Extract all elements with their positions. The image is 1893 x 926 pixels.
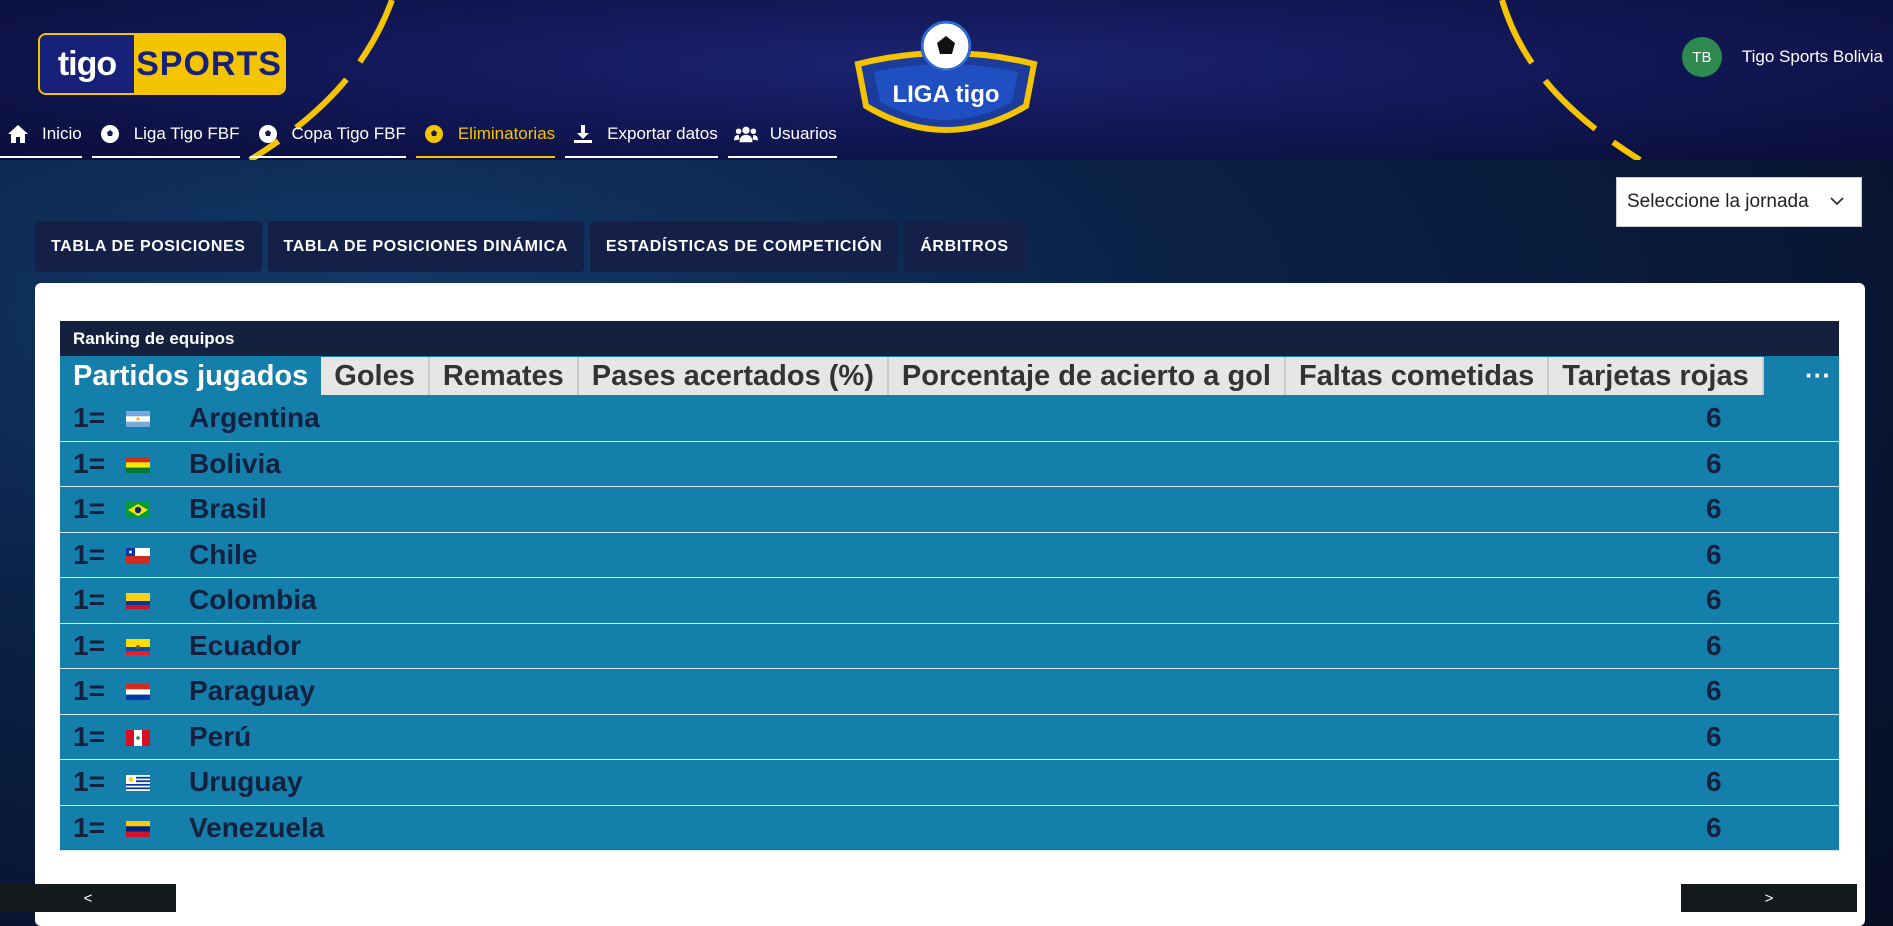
stat-tab-partidos-jugados[interactable]: Partidos jugados — [60, 357, 322, 395]
rank-cell: 1= — [73, 447, 105, 479]
home-icon — [6, 123, 30, 145]
table-row[interactable]: 1= Venezuela 6 — [60, 805, 1839, 851]
main-nav: Inicio Liga Tigo FBF Copa Tigo FBF Elimi… — [0, 112, 847, 160]
nav-item-eliminatorias[interactable]: Eliminatorias — [415, 112, 556, 158]
nav-item-inicio[interactable]: Inicio — [0, 112, 82, 158]
flag-venezuela-icon — [126, 820, 150, 837]
tab-estadisticas-de-competicion[interactable]: ESTADÍSTICAS DE COMPETICIÓN — [589, 221, 899, 272]
nav-label: Exportar datos — [607, 124, 718, 143]
table-row[interactable]: 1= Uruguay 6 — [60, 760, 1839, 806]
user-menu[interactable]: TB Tigo Sports Bolivia — [1681, 37, 1883, 77]
stat-column-tabs: Partidos jugados Goles Remates Pases ace… — [60, 356, 1839, 396]
stat-tab-pases-acertados[interactable]: Pases acertados (%) — [578, 357, 889, 395]
user-name: Tigo Sports Bolivia — [1741, 47, 1883, 66]
table-row[interactable]: 1= Bolivia 6 — [60, 441, 1839, 487]
rank-cell: 1= — [73, 493, 105, 525]
avatar: TB — [1681, 37, 1722, 77]
logo-tigo-text: tigo — [40, 35, 134, 93]
soccer-ball-icon — [98, 123, 122, 145]
stat-value: 6 — [1706, 811, 1722, 843]
soccer-ball-icon — [422, 123, 446, 145]
chevron-down-icon — [1830, 197, 1844, 206]
table-row[interactable]: 1= Ecuador 6 — [60, 623, 1839, 669]
nav-item-liga-tigo-fbf[interactable]: Liga Tigo FBF — [91, 112, 240, 158]
table-row[interactable]: 1= Brasil 6 — [60, 487, 1839, 533]
rank-cell: 1= — [73, 675, 105, 707]
jornada-select[interactable]: Seleccione la jornada — [1616, 177, 1862, 227]
flag-paraguay-icon — [126, 684, 150, 700]
table-row[interactable]: 1= Paraguay 6 — [60, 669, 1839, 715]
table-row[interactable]: 1= Perú 6 — [60, 714, 1839, 760]
flag-uruguay-icon — [126, 775, 150, 791]
flag-ecuador-icon — [126, 638, 150, 655]
stat-value: 6 — [1706, 402, 1722, 434]
liga-logo-text: LIGA tigo — [892, 81, 999, 108]
tab-arbitros[interactable]: ÁRBITROS — [904, 221, 1025, 272]
soccer-ball-icon — [256, 123, 280, 145]
flag-chile-icon — [126, 547, 150, 564]
stat-tab-remates[interactable]: Remates — [429, 357, 579, 395]
logo-sports-text: SPORTS — [134, 35, 284, 93]
tab-tabla-de-posiciones-dinamica[interactable]: TABLA DE POSICIONES DINÁMICA — [267, 221, 584, 272]
nav-label: Liga Tigo FBF — [133, 124, 240, 143]
ranking-title: Ranking de equipos — [60, 321, 1839, 356]
rank-cell: 1= — [73, 629, 105, 661]
team-name: Bolivia — [189, 447, 281, 479]
nav-label: Eliminatorias — [457, 124, 556, 143]
stat-tab-goles[interactable]: Goles — [321, 357, 430, 395]
flag-brasil-icon — [126, 502, 150, 518]
nav-label: Inicio — [42, 124, 82, 143]
stat-value: 6 — [1706, 538, 1722, 570]
team-name: Brasil — [189, 493, 267, 525]
liga-tigo-logo: LIGA tigo — [854, 20, 1038, 133]
nav-label: Usuarios — [769, 124, 837, 143]
table-row[interactable]: 1= Chile 6 — [60, 532, 1839, 578]
section-tabs: TABLA DE POSICIONES TABLA DE POSICIONES … — [35, 221, 1031, 272]
team-name: Perú — [189, 720, 252, 752]
team-name: Paraguay — [189, 675, 316, 707]
flag-colombia-icon — [126, 593, 150, 609]
nav-label: Copa Tigo FBF — [291, 124, 406, 143]
team-name: Ecuador — [189, 629, 302, 661]
stat-tab-tarjetas-rojas[interactable]: Tarjetas rojas — [1549, 357, 1764, 395]
stat-value: 6 — [1706, 584, 1722, 616]
stat-tab-porcentaje-acierto-gol[interactable]: Porcentaje de acierto a gol — [888, 357, 1286, 395]
rank-cell: 1= — [73, 538, 105, 570]
download-icon — [571, 123, 595, 145]
team-name: Chile — [189, 538, 258, 570]
nav-item-exportar-datos[interactable]: Exportar datos — [565, 112, 718, 158]
jornada-select-label: Seleccione la jornada — [1627, 191, 1809, 212]
flag-bolivia-icon — [126, 456, 150, 473]
ranking-table: 1= Argentina 6 1= Bolivia 6 1= Brasil 6 1= Chile 6 1… — [60, 396, 1839, 851]
tab-tabla-de-posiciones[interactable]: TABLA DE POSICIONES — [35, 221, 262, 272]
next-page-button[interactable]: > — [1681, 884, 1857, 912]
stat-tab-faltas-cometidas[interactable]: Faltas cometidas — [1285, 357, 1550, 395]
rank-cell: 1= — [73, 584, 105, 616]
team-name: Venezuela — [189, 811, 325, 843]
nav-item-copa-tigo-fbf[interactable]: Copa Tigo FBF — [249, 112, 406, 158]
users-icon — [733, 123, 758, 145]
top-header: tigo SPORTS LIGA tigo Inicio Liga Tigo F… — [0, 0, 1893, 160]
more-columns-button[interactable]: ··· — [1805, 360, 1831, 391]
table-row[interactable]: 1= Colombia 6 — [60, 578, 1839, 624]
stat-value: 6 — [1706, 720, 1722, 752]
nav-item-usuarios[interactable]: Usuarios — [727, 112, 837, 158]
stat-value: 6 — [1706, 447, 1722, 479]
tigo-sports-logo[interactable]: tigo SPORTS — [38, 33, 286, 95]
team-name: Uruguay — [189, 766, 303, 798]
stat-value: 6 — [1706, 675, 1722, 707]
flag-peru-icon — [126, 729, 150, 746]
prev-page-button[interactable]: < — [0, 884, 176, 912]
table-row[interactable]: 1= Argentina 6 — [60, 396, 1839, 442]
stat-value: 6 — [1706, 493, 1722, 525]
rank-cell: 1= — [73, 811, 105, 843]
stat-value: 6 — [1706, 766, 1722, 798]
rank-cell: 1= — [73, 720, 105, 752]
team-name: Colombia — [189, 584, 317, 616]
rank-cell: 1= — [73, 766, 105, 798]
rank-cell: 1= — [73, 402, 105, 434]
stat-value: 6 — [1706, 629, 1722, 661]
flag-argentina-icon — [126, 411, 150, 427]
team-name: Argentina — [189, 402, 320, 434]
